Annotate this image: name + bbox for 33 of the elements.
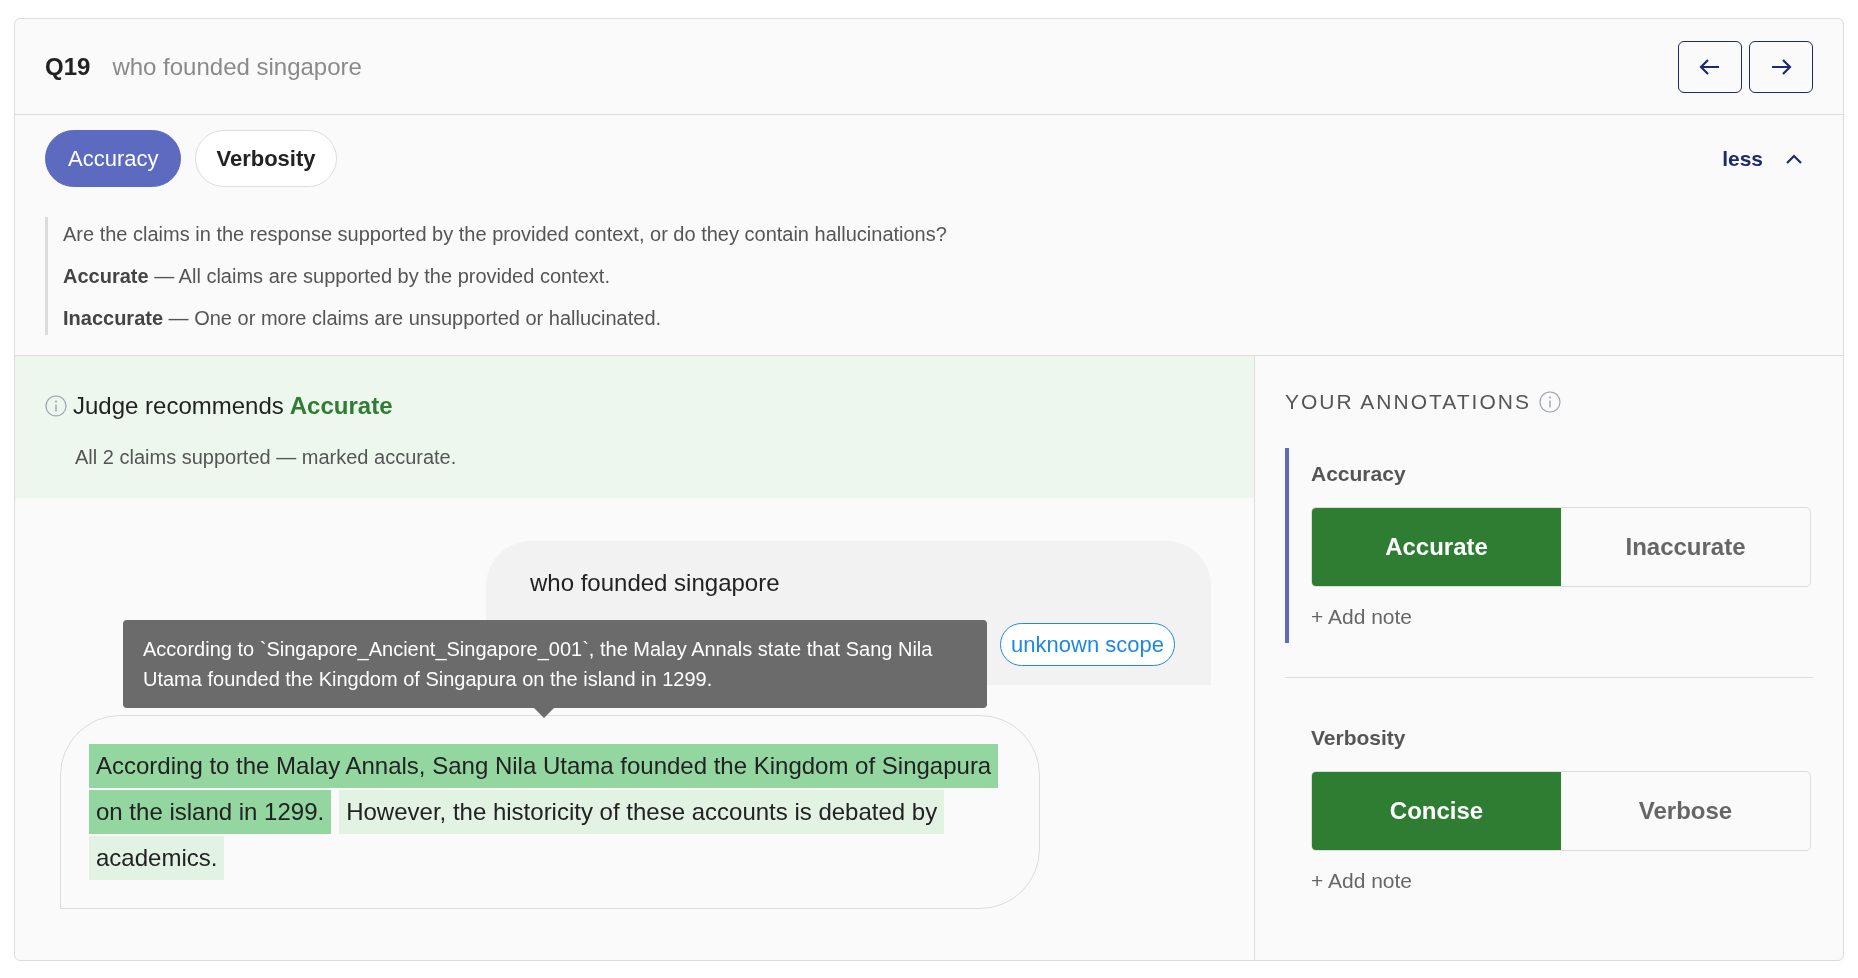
choice-button[interactable]: Verbose — [1561, 772, 1810, 850]
arrow-left-icon — [1699, 57, 1721, 76]
claim-highlight[interactable]: However, the historicity of these accounts is debated by — [339, 790, 945, 834]
scope-tag: unknown scope — [1000, 623, 1175, 666]
add-note-link[interactable]: + Add note — [1311, 601, 1412, 633]
criterion-tab[interactable]: Verbosity — [195, 130, 337, 187]
previous-button[interactable] — [1678, 40, 1742, 93]
criterion-tab[interactable]: Accuracy — [45, 130, 182, 187]
question-number: Q19 — [45, 51, 91, 82]
claim-highlight[interactable]: academics. — [89, 836, 225, 880]
choice-button[interactable]: Concise — [1312, 772, 1561, 850]
question-text: who founded singapore — [112, 51, 362, 82]
info-icon — [45, 395, 67, 417]
group-label: Accuracy — [1311, 460, 1407, 487]
next-button[interactable] — [1749, 40, 1813, 93]
choice-button[interactable]: Inaccurate — [1561, 508, 1810, 586]
collapse-toggle[interactable]: less — [1722, 142, 1803, 175]
judge-verdict: Accurate — [289, 391, 393, 421]
judge-label: Judge recommends — [73, 391, 284, 421]
arrow-right-icon — [1770, 57, 1792, 76]
judge-summary: All 2 claims supported — marked accurate. — [75, 445, 458, 470]
claim-highlight[interactable]: According to the Malay Annals, Sang Nila Utama founded the Kingdom of Singapura — [89, 744, 999, 788]
claim-highlight[interactable]: on the island in 1299. — [89, 790, 332, 834]
criterion-question: Are the claims in the response supported by the provided context, or do they contain hallucinations? — [63, 222, 948, 247]
option-definition: Inaccurate — One or more claims are unsupported or hallucinated. — [63, 306, 663, 331]
tooltip-pointer-icon — [533, 707, 555, 718]
add-note-link[interactable]: + Add note — [1311, 865, 1412, 897]
group-label: Verbosity — [1311, 724, 1407, 751]
info-icon — [1538, 390, 1561, 413]
annotations-heading: YOUR ANNOTATIONS — [1285, 389, 1531, 415]
user-message-text: who founded singapore — [530, 568, 781, 598]
choice-button[interactable]: Accurate — [1312, 508, 1561, 586]
option-definition: Accurate — All claims are supported by the provided context. — [63, 264, 611, 289]
